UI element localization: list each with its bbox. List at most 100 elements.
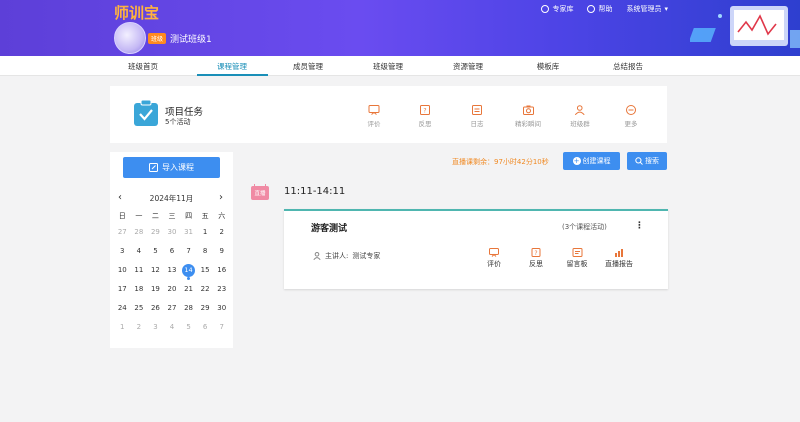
calendar-day[interactable]: 31 xyxy=(180,223,197,242)
calendar-day[interactable]: 4 xyxy=(164,318,181,337)
course-card[interactable]: 游客测试 (3个课程活动) ⋮ 主讲人: 测试专家 评价 ? 反思 留言板 直播… xyxy=(284,209,668,289)
course-action-live-report[interactable]: 直播报告 xyxy=(605,248,633,269)
calendar-day[interactable]: 28 xyxy=(180,299,197,318)
left-panel: 导入课程 ‹ 2024年11月 › 日 一 二 三 四 五 六 27 28 29… xyxy=(110,152,233,348)
header-banner: 师训宝 专家库 帮助 系统管理员 ▾ 班级 测试班级1 xyxy=(0,0,800,56)
top-links: 专家库 帮助 系统管理员 ▾ xyxy=(541,4,668,14)
task-title: 项目任务 xyxy=(165,107,204,118)
calendar-day[interactable]: 19 xyxy=(147,280,164,299)
calendar-day[interactable]: 7 xyxy=(180,242,197,261)
tab-class-home[interactable]: 班级首页 xyxy=(128,61,158,72)
session-time: 11:11-14:11 xyxy=(284,186,346,197)
calendar-next-icon[interactable]: › xyxy=(219,192,223,204)
bar-chart-icon xyxy=(615,249,623,257)
tab-member-management[interactable]: 成员管理 xyxy=(293,61,323,72)
tab-class-management[interactable]: 班级管理 xyxy=(373,61,403,72)
import-course-button[interactable]: 导入课程 xyxy=(123,157,220,178)
calendar-day[interactable]: 30 xyxy=(213,299,230,318)
edit-icon xyxy=(149,163,158,172)
calendar-day[interactable]: 29 xyxy=(197,299,214,318)
more-icon xyxy=(626,105,636,115)
search-icon xyxy=(635,157,643,165)
calendar-day[interactable]: 5 xyxy=(180,318,197,337)
expert-library-link[interactable]: 专家库 xyxy=(541,4,573,14)
calendar-day[interactable]: 29 xyxy=(147,223,164,242)
course-action-message-board[interactable]: 留言板 xyxy=(567,248,588,269)
help-link[interactable]: 帮助 xyxy=(587,4,612,14)
tab-course-management[interactable]: 课程管理 xyxy=(217,61,247,72)
help-icon xyxy=(587,5,596,13)
camera-icon xyxy=(522,105,534,115)
weekday-label: 五 xyxy=(201,212,209,220)
class-tag: 班级 xyxy=(148,33,167,44)
svg-text:?: ? xyxy=(534,250,537,257)
calendar-day[interactable]: 27 xyxy=(114,223,131,242)
tool-evaluate[interactable]: 评价 xyxy=(368,105,381,128)
tab-resource-management[interactable]: 资源管理 xyxy=(453,61,483,72)
course-action-reflect[interactable]: ? 反思 xyxy=(529,248,543,269)
tab-summary-report[interactable]: 总结报告 xyxy=(613,61,643,72)
expert-icon xyxy=(541,5,550,13)
avatar[interactable] xyxy=(114,22,146,54)
calendar-day[interactable]: 3 xyxy=(114,242,131,261)
weekday-label: 四 xyxy=(185,212,193,220)
weekday-label: 一 xyxy=(135,212,143,220)
search-button[interactable]: 搜索 xyxy=(627,152,667,170)
calendar-day[interactable]: 2 xyxy=(213,223,230,242)
calendar-day[interactable]: 20 xyxy=(164,280,181,299)
calendar-day[interactable]: 23 xyxy=(213,280,230,299)
calendar-day[interactable]: 27 xyxy=(164,299,181,318)
calendar-day[interactable]: 28 xyxy=(131,223,148,242)
header-decoration-illustration xyxy=(690,6,800,48)
calendar-day[interactable]: 8 xyxy=(197,242,214,261)
reflect-icon: ? xyxy=(531,248,541,257)
tool-log[interactable]: 日志 xyxy=(471,105,484,128)
calendar-day[interactable]: 2 xyxy=(131,318,148,337)
calendar-day[interactable]: 16 xyxy=(213,261,230,280)
create-course-button[interactable]: + 创建课程 xyxy=(563,152,620,170)
weekday-label: 二 xyxy=(151,212,159,220)
calendar-day[interactable]: 22 xyxy=(197,280,214,299)
calendar-day[interactable]: 10 xyxy=(114,261,131,280)
calendar-day[interactable]: 6 xyxy=(164,242,181,261)
calendar-day[interactable]: 15 xyxy=(197,261,214,280)
group-icon xyxy=(575,105,585,115)
calendar-day[interactable]: 1 xyxy=(197,223,214,242)
log-icon xyxy=(472,105,482,115)
calendar-day[interactable]: 30 xyxy=(164,223,181,242)
calendar-day[interactable]: 18 xyxy=(131,280,148,299)
calendar-day[interactable]: 24 xyxy=(114,299,131,318)
course-title[interactable]: 游客测试 xyxy=(311,221,347,234)
calendar-day[interactable]: 13 xyxy=(164,261,181,280)
calendar-day[interactable]: 9 xyxy=(213,242,230,261)
clipboard-check-icon xyxy=(134,100,158,126)
calendar-day[interactable]: 26 xyxy=(147,299,164,318)
calendar-day[interactable]: 5 xyxy=(147,242,164,261)
course-action-evaluate[interactable]: 评价 xyxy=(487,248,501,269)
weekday-label: 三 xyxy=(168,212,176,220)
calendar-day[interactable]: 12 xyxy=(147,261,164,280)
live-remaining-text: 直播课剩余：97小时42分10秒 xyxy=(452,158,549,166)
calendar-grid: 日 一 二 三 四 五 六 27 28 29 30 31 1 2 3 4 5 6… xyxy=(114,209,230,337)
calendar-day[interactable]: 7 xyxy=(213,318,230,337)
logo: 师训宝 xyxy=(114,4,160,22)
tool-reflect[interactable]: ? 反思 xyxy=(419,105,432,128)
tool-more[interactable]: 更多 xyxy=(625,105,638,128)
calendar-day[interactable]: 25 xyxy=(131,299,148,318)
more-vertical-icon[interactable]: ⋮ xyxy=(635,221,644,231)
tool-class-group[interactable]: 班级群 xyxy=(570,105,590,128)
tool-highlights[interactable]: 精彩瞬间 xyxy=(515,105,541,128)
tab-template-library[interactable]: 模板库 xyxy=(537,61,560,72)
calendar-day[interactable]: 4 xyxy=(131,242,148,261)
plus-circle-icon: + xyxy=(572,157,581,165)
calendar-day-selected[interactable]: 14 xyxy=(180,261,197,280)
admin-menu[interactable]: 系统管理员 ▾ xyxy=(626,4,668,14)
calendar-day[interactable]: 3 xyxy=(147,318,164,337)
main-nav: 班级首页 课程管理 成员管理 班级管理 资源管理 模板库 总结报告 xyxy=(0,56,800,76)
calendar-day[interactable]: 11 xyxy=(131,261,148,280)
calendar-day[interactable]: 6 xyxy=(197,318,214,337)
calendar-day[interactable]: 1 xyxy=(114,318,131,337)
calendar-day[interactable]: 17 xyxy=(114,280,131,299)
calendar-day[interactable]: 21 xyxy=(180,280,197,299)
user-icon xyxy=(313,252,321,260)
